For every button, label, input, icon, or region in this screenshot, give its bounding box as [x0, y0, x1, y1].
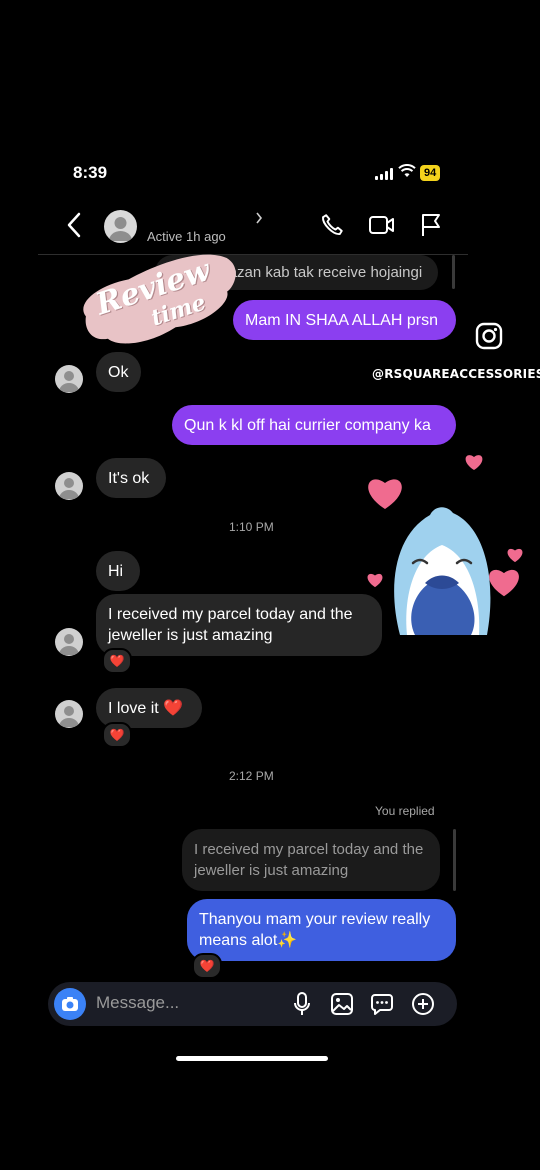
- message-outgoing[interactable]: Thanyou mam your review really means alo…: [187, 899, 456, 961]
- message-outgoing[interactable]: Mam IN SHAA ALLAH prsn: [233, 300, 456, 340]
- avatar: [55, 700, 83, 728]
- plus-icon[interactable]: [411, 992, 435, 1021]
- heart-reaction[interactable]: ❤️: [192, 953, 222, 979]
- heart-icon: [464, 453, 484, 476]
- gallery-icon[interactable]: [330, 992, 354, 1021]
- avatar: [55, 628, 83, 656]
- back-button[interactable]: [66, 212, 82, 243]
- video-call-icon[interactable]: [368, 212, 396, 243]
- message-outgoing[interactable]: Qun k kl off hai currier company ka: [172, 405, 456, 445]
- phone-call-icon[interactable]: [319, 212, 345, 243]
- message-incoming[interactable]: I received my parcel today and the jewel…: [96, 594, 382, 656]
- quoted-message[interactable]: I received my parcel today and the jewel…: [182, 829, 440, 891]
- timestamp: 1:10 PM: [229, 520, 274, 534]
- instagram-icon: [475, 322, 503, 355]
- flag-icon[interactable]: [420, 212, 442, 243]
- message-input[interactable]: Message...: [96, 993, 179, 1013]
- heart-reaction[interactable]: ❤️: [102, 648, 132, 674]
- chevron-right-icon[interactable]: [254, 210, 264, 231]
- heart-icon: [506, 547, 524, 568]
- microphone-icon[interactable]: [293, 992, 311, 1021]
- message-incoming[interactable]: Hi: [96, 551, 140, 591]
- camera-button[interactable]: [54, 988, 86, 1020]
- quote-bar: [453, 829, 456, 891]
- camera-icon: [62, 997, 78, 1011]
- message-incoming[interactable]: It's ok: [96, 458, 166, 498]
- active-status: Active 1h ago: [147, 229, 226, 244]
- heart-reaction[interactable]: ❤️: [102, 722, 132, 748]
- signal-icon: [375, 168, 395, 180]
- avatar: [55, 365, 83, 393]
- message-incoming[interactable]: Ok: [96, 352, 141, 392]
- status-time: 8:39: [73, 163, 108, 182]
- quote-bar: [452, 255, 455, 289]
- you-replied-label: You replied: [375, 804, 435, 818]
- wifi-icon: [398, 164, 416, 183]
- brand-handle: @RSQUAREACCESSORIES: [372, 367, 540, 381]
- home-indicator[interactable]: [176, 1056, 328, 1061]
- penguin-sticker: [385, 505, 500, 640]
- sticker-icon[interactable]: [370, 992, 394, 1021]
- avatar: [55, 472, 83, 500]
- timestamp: 2:12 PM: [229, 769, 274, 783]
- heart-icon: [366, 572, 384, 593]
- battery-badge: 94: [420, 165, 441, 181]
- contact-avatar[interactable]: [104, 210, 137, 243]
